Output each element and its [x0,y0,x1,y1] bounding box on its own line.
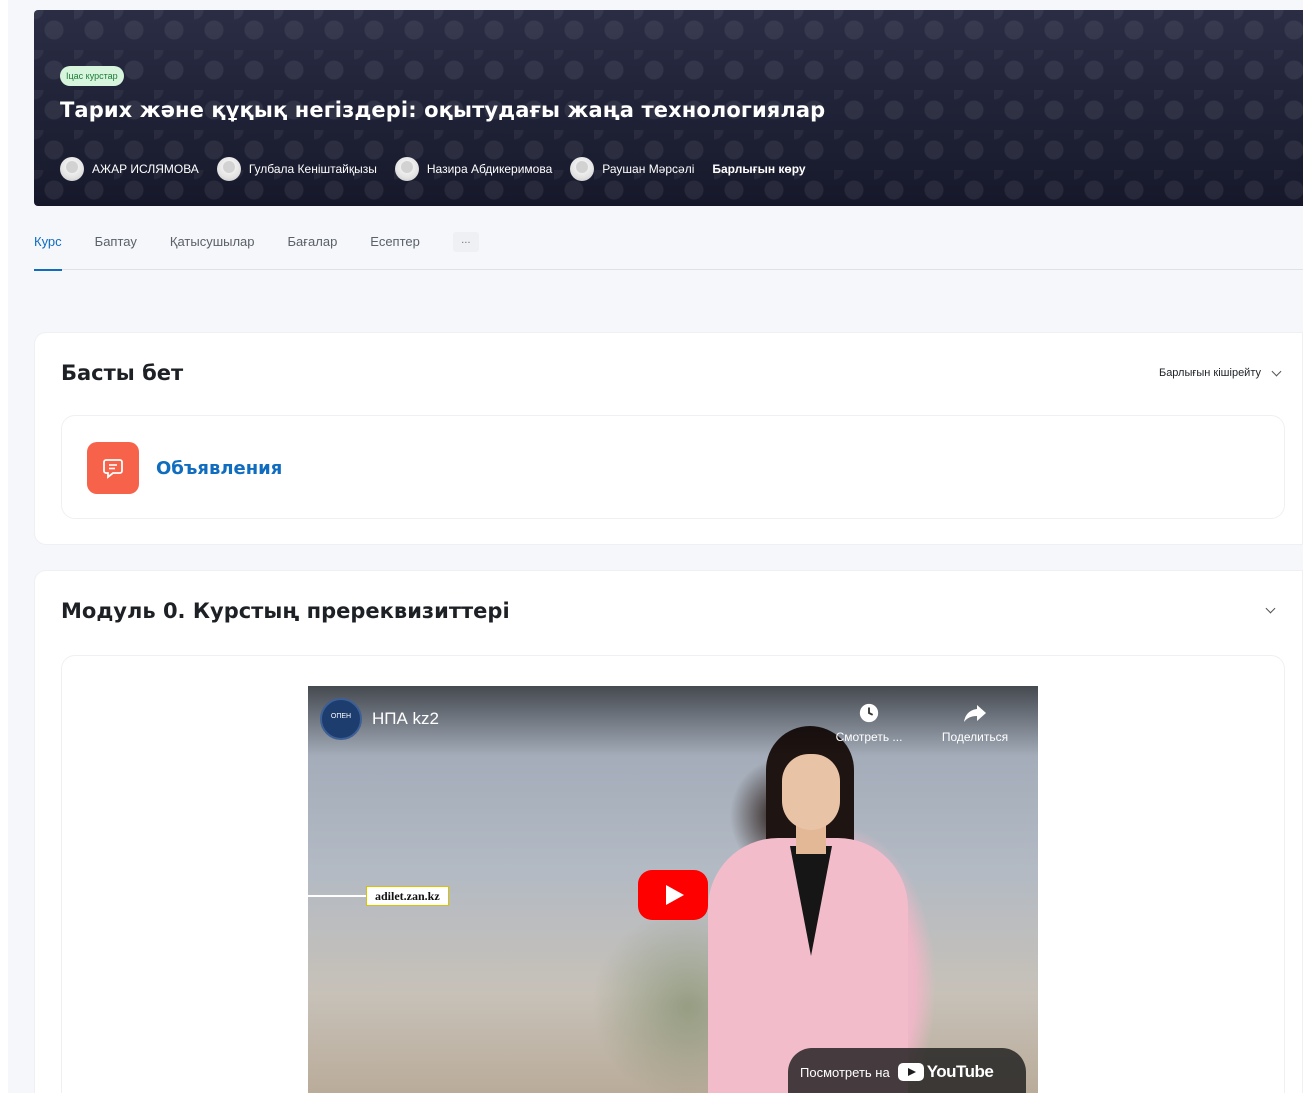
watch-later-button[interactable]: Смотреть ... [828,702,910,744]
activity-item: Объявления [61,415,1285,519]
course-category-badge[interactable]: Іцас курстар [60,66,124,86]
watch-later-label: Смотреть ... [835,730,903,744]
teacher-name: Назира Абдикеримова [426,162,553,176]
chevron-down-icon [1271,366,1282,376]
tab-settings[interactable]: Баптау [95,222,137,270]
course-title: Тарих және құқық негіздері: оқытудағы жа… [60,98,826,122]
youtube-wordmark: YouTube [926,1062,994,1081]
teacher-item[interactable]: Гулбала Кеніштайқызы [216,157,377,181]
channel-logo[interactable]: ОПЕН [320,698,362,740]
avatar [60,157,84,181]
teacher-name: Гулбала Кеніштайқызы [248,162,377,176]
teacher-item[interactable]: АЖАР ИСЛЯМОВА [60,157,199,181]
course-tabs: Курс Баптау Қатысушылар Бағалар Есептер … [34,222,1303,271]
avatar [216,157,241,181]
share-icon [964,705,986,722]
activity-link-announcements[interactable]: Объявления [156,458,282,479]
section-title[interactable]: Басты бет [61,361,183,385]
avatar [394,157,419,181]
teacher-name: Раушан Мәрсәлі [602,162,695,176]
activity-item: adilet.zan.kz ОПЕН НПА kz2 Смотреть ... … [61,655,1285,1093]
watch-on-label: Посмотреть на [800,1064,890,1080]
course-section-general: Басты бет Барлығын кішірейту Объявления [34,332,1303,545]
avatar [570,157,595,181]
clock-icon [859,703,879,723]
teacher-item[interactable]: Назира Абдикеримова [394,157,553,181]
tab-participants[interactable]: Қатысушылар [170,222,255,270]
section-title[interactable]: Модуль 0. Курстың пререквизиттері [61,599,510,623]
overlay-line [308,895,366,897]
share-label: Поделиться [941,730,1009,744]
forum-icon [87,442,139,494]
youtube-logo: YouTube [897,1062,994,1082]
video-overlay-label: adilet.zan.kz [366,886,449,906]
share-button[interactable]: Поделиться [930,702,1020,744]
teacher-name: АЖАР ИСЛЯМОВА [92,162,199,176]
play-button[interactable] [638,870,708,920]
see-all-teachers-link[interactable]: Барлығын көру [712,162,805,176]
tab-course[interactable]: Курс [34,222,62,271]
youtube-video-embed[interactable]: adilet.zan.kz ОПЕН НПА kz2 Смотреть ... … [308,686,1038,1093]
tab-reports[interactable]: Есептер [370,222,420,270]
page-left-edge [0,0,8,1093]
video-channel-name[interactable]: НПА kz2 [372,709,439,729]
tabs-more-button[interactable]: ... [452,232,479,252]
course-section-module-0: Модуль 0. Курстың пререквизиттері adilet… [34,570,1303,1093]
watch-on-youtube-button[interactable]: Посмотреть на YouTube [788,1048,1026,1093]
channel-logo-text: ОПЕН [330,713,352,720]
youtube-play-icon [897,1063,924,1081]
course-header-banner: Іцас курстар Тарих және құқық негіздері:… [34,10,1303,206]
collapse-all-label: Барлығын кішірейту [1158,367,1261,379]
collapse-all-button[interactable]: Барлығын кішірейту [1158,366,1282,379]
chevron-down-icon[interactable] [1265,603,1276,614]
teacher-list: АЖАР ИСЛЯМОВА Гулбала Кеніштайқызы Назир… [60,156,806,182]
teacher-item[interactable]: Раушан Мәрсәлі [570,157,694,181]
video-presenter [708,726,908,1093]
tab-grades[interactable]: Бағалар [288,222,338,270]
